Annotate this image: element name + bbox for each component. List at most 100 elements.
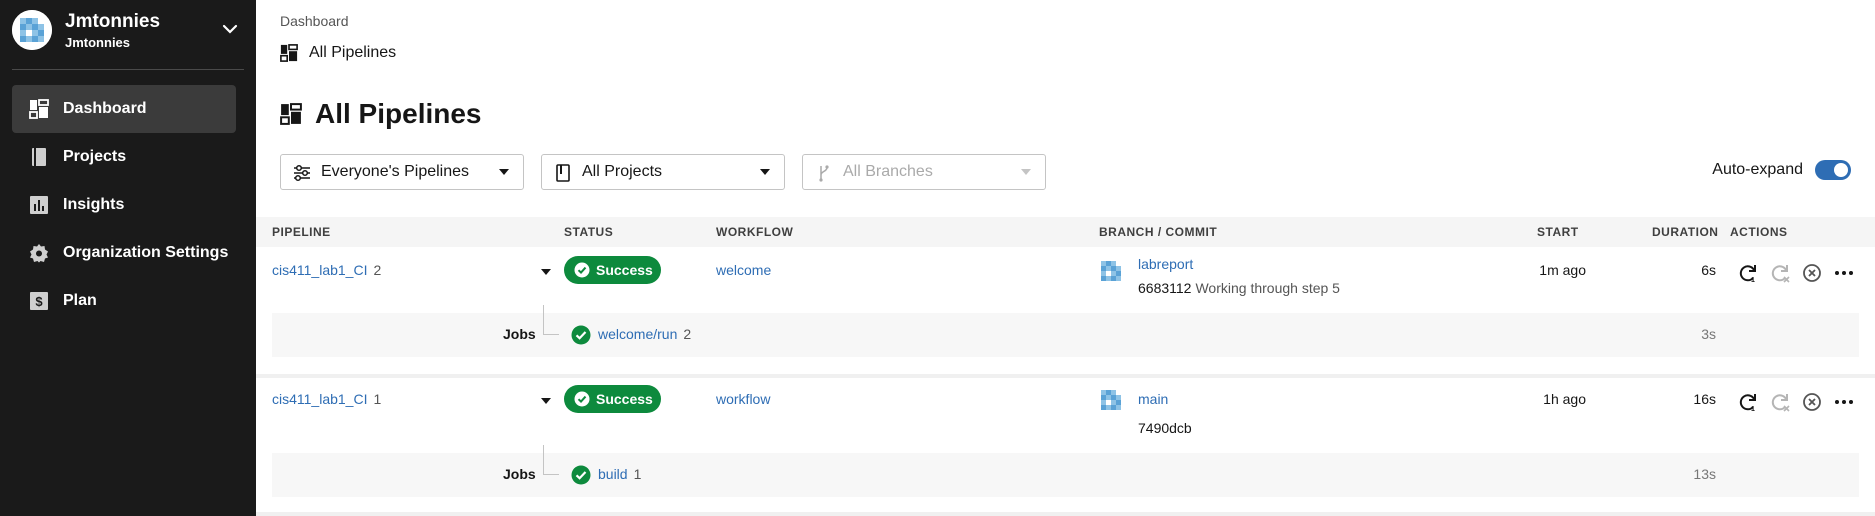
commit-sha[interactable]: 7490dcb bbox=[1138, 420, 1192, 436]
header-duration: DURATION bbox=[1652, 225, 1719, 239]
dollar-icon: $ bbox=[30, 292, 48, 310]
status-badge[interactable]: Success bbox=[564, 256, 661, 284]
branches-filter-value: All Branches bbox=[843, 163, 933, 180]
branches-filter-select[interactable]: All Branches bbox=[802, 154, 1046, 190]
tree-connector bbox=[543, 305, 559, 335]
org-name: Jmtonnies bbox=[65, 11, 161, 32]
main-content: Dashboard All Pipelines All Pipelines Ev… bbox=[256, 0, 1875, 516]
commit-info: 7490dcb bbox=[1138, 420, 1192, 436]
jobs-label: Jobs bbox=[503, 326, 536, 342]
check-circle-icon bbox=[574, 391, 590, 407]
caret-down-icon bbox=[760, 169, 770, 175]
book-icon bbox=[32, 148, 46, 166]
expand-caret-icon[interactable] bbox=[541, 398, 551, 404]
commit-message: Working through step 5 bbox=[1195, 280, 1340, 296]
start-time: 1h ago bbox=[1543, 391, 1586, 407]
autoexpand-label: Auto-expand bbox=[1712, 161, 1803, 178]
autoexpand-control: Auto-expand bbox=[1712, 160, 1851, 180]
job-duration: 3s bbox=[1701, 326, 1716, 342]
job-link[interactable]: welcome/run 2 bbox=[598, 326, 691, 342]
pipeline-row: cis411_lab1_CI 2 Success welcome labrepor… bbox=[256, 249, 1875, 311]
sidebar-item-insights[interactable]: Insights bbox=[12, 181, 236, 229]
sidebar-item-plan[interactable]: $ Plan bbox=[12, 277, 236, 325]
org-avatar bbox=[12, 10, 52, 50]
header-actions: ACTIONS bbox=[1730, 225, 1788, 239]
tree-connector bbox=[543, 445, 559, 475]
page-title: All Pipelines bbox=[280, 98, 482, 130]
chevron-down-icon[interactable] bbox=[220, 19, 240, 39]
pipelines-filter-select[interactable]: Everyone's Pipelines bbox=[280, 154, 524, 190]
autoexpand-toggle[interactable] bbox=[1815, 160, 1851, 180]
status-badge[interactable]: Success bbox=[564, 385, 661, 413]
dashboard-icon bbox=[280, 44, 298, 62]
branch-icon bbox=[819, 165, 829, 182]
jobs-row: Jobs welcome/run 2 3s bbox=[272, 305, 1859, 357]
sidebar-item-label: Insights bbox=[63, 196, 125, 213]
avatar bbox=[1099, 259, 1123, 283]
header-workflow: WORKFLOW bbox=[716, 225, 794, 239]
gear-icon bbox=[30, 244, 48, 263]
commit-sha[interactable]: 6683112 bbox=[1138, 280, 1191, 296]
svg-text:$: $ bbox=[35, 294, 43, 309]
avatar bbox=[1099, 388, 1123, 412]
rerun-failed-icon[interactable] bbox=[1768, 390, 1792, 414]
rerun-icon[interactable]: 1 bbox=[1736, 261, 1760, 285]
book-icon bbox=[556, 164, 570, 182]
status-text: Success bbox=[596, 262, 653, 278]
breadcrumb-current: All Pipelines bbox=[280, 44, 396, 62]
header-status: STATUS bbox=[564, 225, 614, 239]
sidebar-item-projects[interactable]: Projects bbox=[12, 133, 236, 181]
duration: 6s bbox=[1701, 262, 1716, 278]
job-duration: 13s bbox=[1693, 466, 1716, 482]
duration: 16s bbox=[1693, 391, 1716, 407]
row-actions: 1 bbox=[1736, 261, 1856, 285]
row-actions: 1 bbox=[1736, 390, 1856, 414]
job-link[interactable]: build 1 bbox=[598, 466, 641, 482]
dashboard-icon bbox=[280, 103, 302, 125]
cancel-icon[interactable] bbox=[1800, 261, 1824, 285]
more-options-icon[interactable] bbox=[1832, 261, 1856, 285]
dashboard-icon bbox=[29, 99, 49, 119]
branch-link[interactable]: labreport bbox=[1138, 256, 1193, 272]
sidebar-item-label: Dashboard bbox=[63, 100, 147, 117]
breadcrumb-parent[interactable]: Dashboard bbox=[280, 13, 349, 29]
row-divider bbox=[256, 512, 1875, 516]
sidebar-nav: Dashboard Projects Insights Organization… bbox=[12, 85, 236, 325]
caret-down-icon bbox=[1021, 169, 1031, 175]
sidebar-item-label: Projects bbox=[63, 148, 127, 165]
cancel-icon[interactable] bbox=[1800, 390, 1824, 414]
breadcrumb-current-label: All Pipelines bbox=[309, 44, 397, 61]
projects-filter-select[interactable]: All Projects bbox=[541, 154, 785, 190]
chart-icon bbox=[30, 196, 48, 214]
header-branch-commit: BRANCH / COMMIT bbox=[1099, 225, 1218, 239]
sidebar-item-dashboard[interactable]: Dashboard bbox=[12, 85, 236, 133]
header-start: START bbox=[1537, 225, 1579, 239]
workflow-link[interactable]: workflow bbox=[716, 391, 770, 407]
pipeline-row: cis411_lab1_CI 1 Success workflow main 74… bbox=[256, 378, 1875, 440]
jobs-row: Jobs build 1 13s bbox=[272, 445, 1859, 497]
check-circle-icon bbox=[571, 465, 591, 485]
more-options-icon[interactable] bbox=[1832, 390, 1856, 414]
rerun-icon[interactable]: 1 bbox=[1736, 390, 1760, 414]
org-switcher[interactable]: Jmtonnies Jmtonnies bbox=[12, 0, 244, 70]
commit-info: 6683112 Working through step 5 bbox=[1138, 280, 1340, 296]
pipeline-name-link[interactable]: cis411_lab1_CI 2 bbox=[272, 262, 381, 278]
page-title-text: All Pipelines bbox=[315, 98, 482, 129]
expand-caret-icon[interactable] bbox=[541, 269, 551, 275]
check-circle-icon bbox=[571, 325, 591, 345]
projects-filter-value: All Projects bbox=[582, 163, 663, 180]
sidebar: Jmtonnies Jmtonnies Dashboard Projects I… bbox=[0, 0, 256, 516]
pipeline-name-link[interactable]: cis411_lab1_CI 1 bbox=[272, 391, 381, 407]
header-pipeline: PIPELINE bbox=[272, 225, 331, 239]
workflow-link[interactable]: welcome bbox=[716, 262, 771, 278]
pipelines-filter-value: Everyone's Pipelines bbox=[321, 163, 470, 180]
sidebar-item-organization-settings[interactable]: Organization Settings bbox=[12, 229, 236, 277]
branch-link[interactable]: main bbox=[1138, 391, 1168, 407]
svg-text:1: 1 bbox=[1751, 406, 1755, 413]
status-text: Success bbox=[596, 391, 653, 407]
sidebar-item-label: Organization Settings bbox=[63, 244, 229, 261]
org-subname: Jmtonnies bbox=[65, 35, 131, 50]
rerun-failed-icon[interactable] bbox=[1768, 261, 1792, 285]
svg-text:1: 1 bbox=[1751, 277, 1755, 284]
start-time: 1m ago bbox=[1539, 262, 1586, 278]
